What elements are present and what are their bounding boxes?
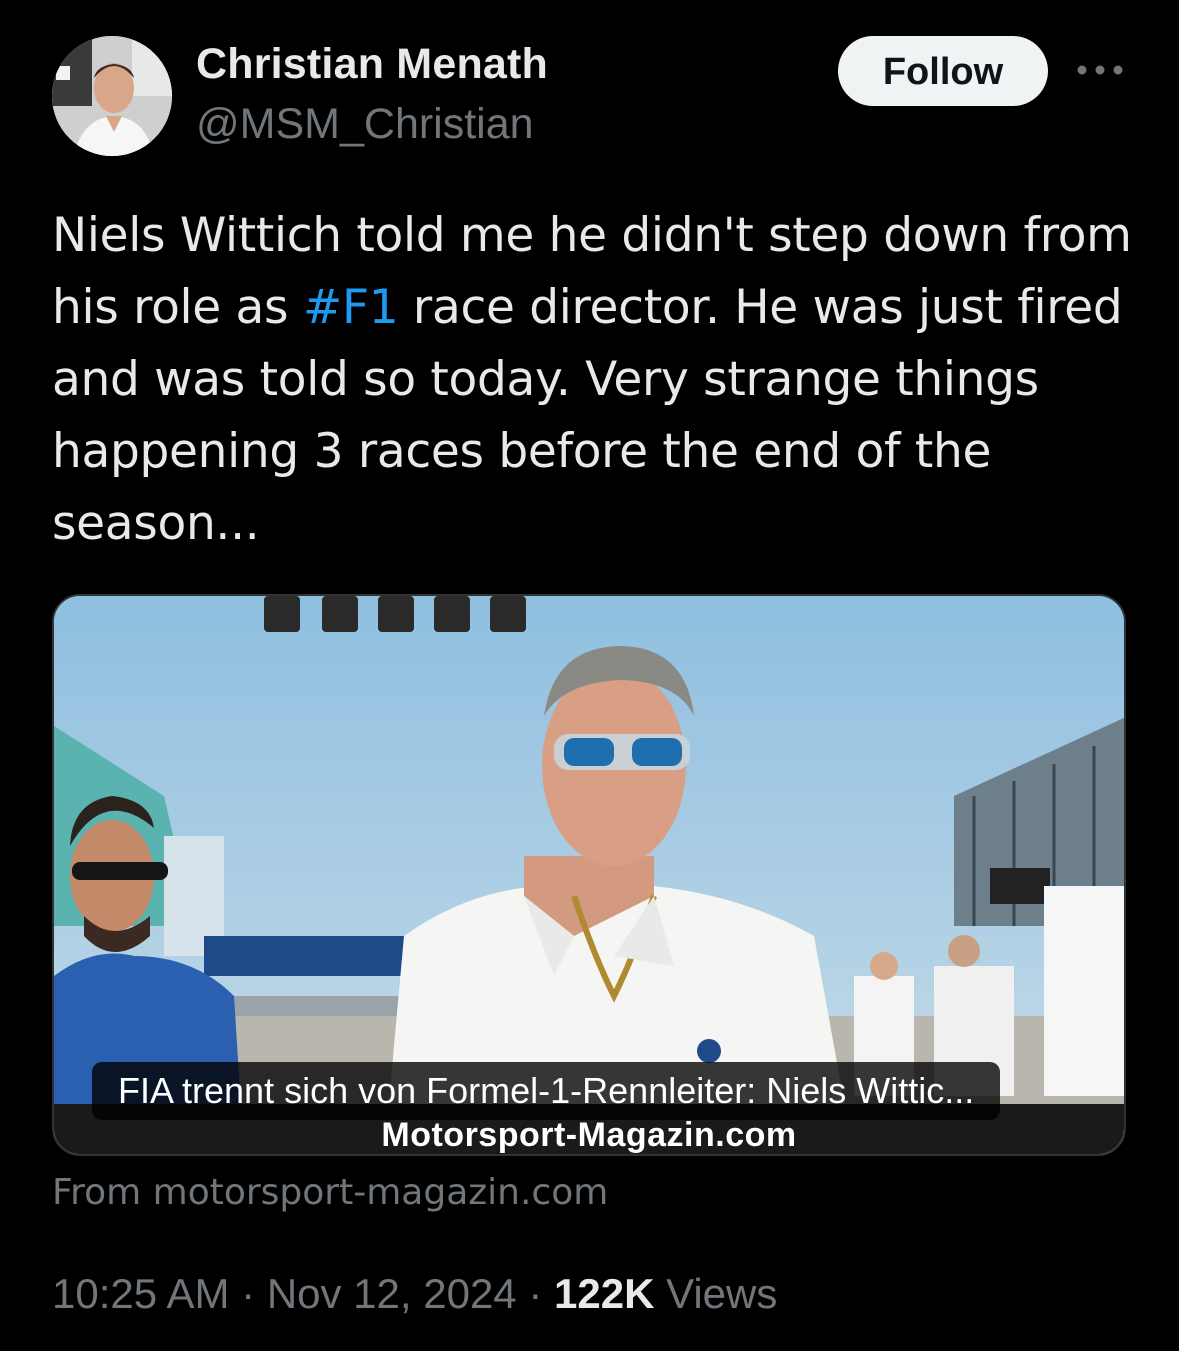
tweet-date[interactable]: Nov 12, 2024 [267,1270,517,1317]
tweet-header: Christian Menath @MSM_Christian Follow [52,36,1132,156]
meta-separator: · [528,1270,543,1317]
views-label[interactable]: Views [666,1270,777,1317]
author-name[interactable]: Christian Menath [196,40,548,89]
follow-button[interactable]: Follow [838,36,1048,106]
meta-separator: · [241,1270,256,1317]
link-card-title: FIA trennt sich von Formel-1-Rennleiter:… [92,1062,1001,1120]
avatar-image [52,36,172,156]
link-card[interactable]: FIA trennt sich von Formel-1-Rennleiter:… [52,594,1126,1156]
views-count[interactable]: 122K [554,1270,654,1317]
hashtag-link[interactable]: #F1 [303,280,399,335]
image-watermark: Motorsport-Magazin.com [381,1116,797,1154]
more-horizontal-icon[interactable] [1076,58,1124,82]
link-source[interactable]: From motorsport-magazin.com [52,1172,608,1213]
author-handle[interactable]: @MSM_Christian [196,100,534,149]
tweet-text: Niels Wittich told me he didn't step dow… [52,200,1142,560]
avatar[interactable] [52,36,172,156]
tweet-meta: 10:25 AM · Nov 12, 2024 · 122K Views [52,1270,777,1318]
tweet-time[interactable]: 10:25 AM [52,1270,229,1317]
